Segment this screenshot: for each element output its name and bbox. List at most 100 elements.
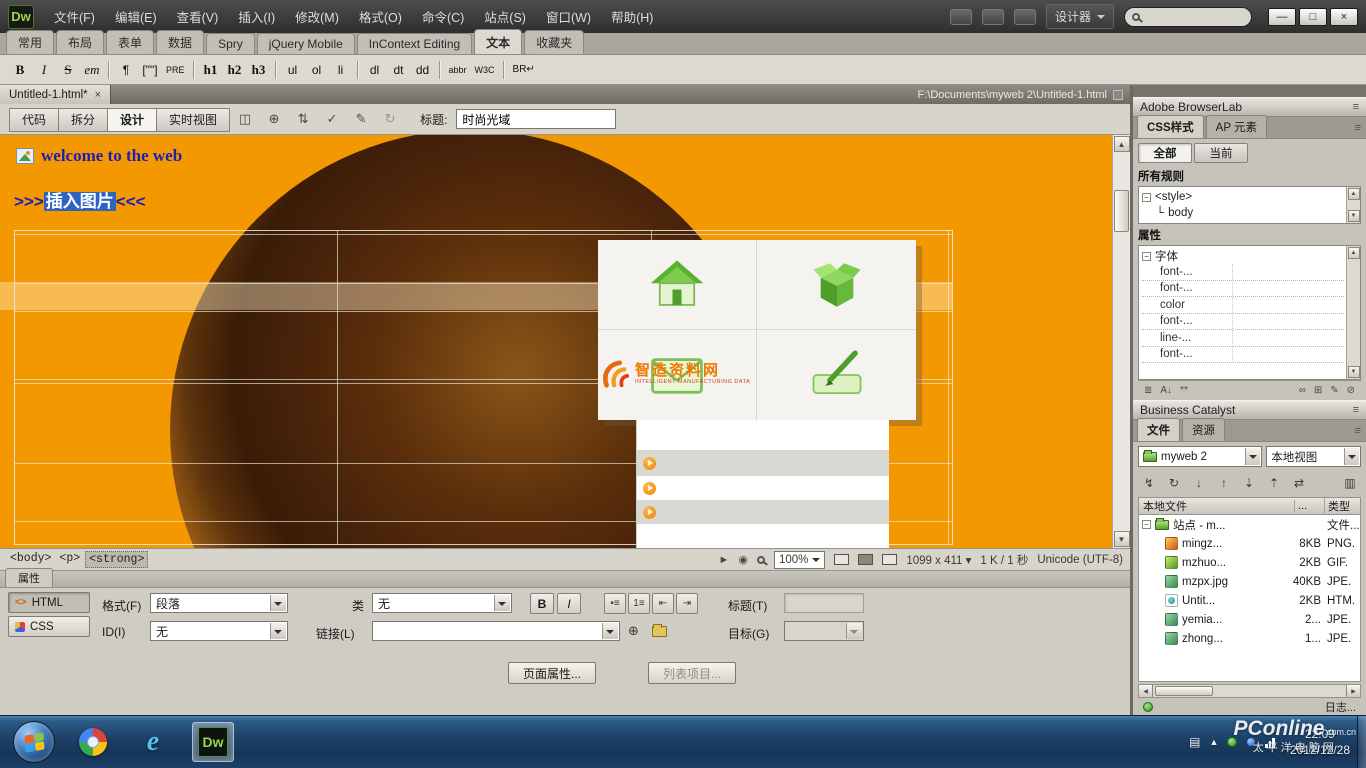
current-rule-button[interactable]: 当前 bbox=[1194, 143, 1248, 163]
rules-scrollbar[interactable]: ▲ ▼ bbox=[1346, 187, 1360, 223]
get-files-icon[interactable]: ↓ bbox=[1191, 476, 1207, 490]
insert-image-line[interactable]: >>>插入图片<<< bbox=[14, 187, 146, 212]
collapse-icon[interactable]: − bbox=[1142, 520, 1151, 529]
live-view-options-icon[interactable]: ◫ bbox=[233, 108, 257, 130]
insert-tab[interactable]: 数据 bbox=[156, 30, 204, 54]
unordered-list-icon[interactable]: •≡ bbox=[604, 593, 626, 614]
input-indicator-icon[interactable]: ▤ bbox=[1189, 735, 1200, 749]
insert-button[interactable] bbox=[357, 61, 359, 79]
select-tool-icon[interactable]: ► bbox=[718, 554, 729, 566]
css-property-row[interactable]: line-... bbox=[1142, 330, 1344, 347]
view-mode-button[interactable]: 代码 bbox=[9, 108, 59, 132]
menu-item[interactable]: 编辑(E) bbox=[105, 0, 167, 33]
page-graphic-panel[interactable] bbox=[598, 240, 916, 420]
menu-item[interactable]: 命令(C) bbox=[412, 0, 474, 33]
delete-rule-icon[interactable]: ⊘ bbox=[1347, 385, 1355, 396]
check-page-icon[interactable]: ✓ bbox=[320, 108, 344, 130]
refresh-icon[interactable]: ↻ bbox=[378, 108, 402, 130]
connect-icon[interactable]: ↯ bbox=[1141, 476, 1157, 490]
app-logo[interactable]: Dw bbox=[8, 5, 34, 29]
layout-switcher-icon[interactable] bbox=[950, 9, 972, 25]
tag-selector[interactable]: <strong> bbox=[85, 551, 148, 568]
css-property-value[interactable] bbox=[1232, 264, 1344, 280]
all-rules-button[interactable]: 全部 bbox=[1138, 143, 1192, 163]
panel-tab[interactable]: 资源 bbox=[1182, 418, 1225, 441]
scrollbar-thumb[interactable] bbox=[1114, 190, 1129, 232]
internet-explorer-icon[interactable]: e bbox=[132, 722, 174, 762]
site-setup-icon[interactable] bbox=[1014, 9, 1036, 25]
point-to-file-icon[interactable]: ⊕ bbox=[628, 623, 639, 639]
insert-button[interactable]: ul bbox=[281, 59, 305, 81]
nav-list-area[interactable] bbox=[636, 420, 889, 548]
scroll-right-icon[interactable]: ▶ bbox=[1346, 685, 1360, 697]
scroll-down-icon[interactable]: ▼ bbox=[1348, 210, 1360, 222]
network-icon[interactable] bbox=[1265, 737, 1275, 748]
italic-button[interactable]: I bbox=[557, 593, 581, 614]
sort-properties-icon[interactable]: A↓ bbox=[1160, 385, 1172, 396]
insert-button[interactable]: ¶ bbox=[114, 59, 138, 81]
body-rule[interactable]: body bbox=[1168, 207, 1193, 219]
window-size-icon[interactable] bbox=[834, 554, 849, 565]
view-mode-dropdown[interactable]: 本地视图 bbox=[1266, 446, 1361, 467]
menu-item[interactable]: 插入(I) bbox=[228, 0, 285, 33]
refresh-icon[interactable]: ↻ bbox=[1166, 476, 1182, 490]
attach-style-sheet-icon[interactable]: ∞ bbox=[1299, 385, 1306, 396]
css-property-value[interactable] bbox=[1232, 281, 1344, 297]
css-properties-grid[interactable]: − 字体 font-... font-... color bbox=[1138, 245, 1361, 380]
window-size-icon[interactable] bbox=[882, 554, 897, 565]
style-rule[interactable]: <style> bbox=[1155, 191, 1192, 203]
taskbar-clock[interactable]: 22:09 2012/12/28 bbox=[1290, 726, 1350, 758]
id-dropdown[interactable]: 无 bbox=[150, 621, 288, 641]
workspace-switcher[interactable]: 设计器 bbox=[1046, 4, 1114, 29]
bold-button[interactable]: B bbox=[530, 593, 554, 614]
page-title-input[interactable] bbox=[456, 109, 616, 129]
insert-button[interactable]: h3 bbox=[247, 59, 271, 81]
list-row[interactable] bbox=[637, 450, 889, 476]
minimize-button[interactable]: — bbox=[1268, 8, 1296, 26]
local-files-column[interactable]: 本地文件 bbox=[1139, 498, 1294, 514]
page-properties-button[interactable]: 页面属性... bbox=[508, 662, 596, 684]
search-input[interactable] bbox=[1124, 7, 1252, 27]
panel-tab[interactable]: 文件 bbox=[1137, 418, 1180, 441]
view-mode-button[interactable]: 拆分 bbox=[58, 108, 108, 132]
scrollbar-thumb[interactable] bbox=[1155, 686, 1213, 696]
scroll-down-icon[interactable]: ▼ bbox=[1114, 531, 1130, 547]
open-box-icon[interactable] bbox=[757, 240, 916, 330]
insert-tab[interactable]: 布局 bbox=[56, 30, 104, 54]
insert-button[interactable]: dd bbox=[411, 59, 435, 81]
show-category-view-icon[interactable]: ≣ bbox=[1144, 385, 1152, 396]
insert-button[interactable]: h2 bbox=[223, 59, 247, 81]
show-desktop-button[interactable] bbox=[1357, 716, 1366, 768]
panel-menu-icon[interactable]: ≡ bbox=[1355, 122, 1361, 134]
file-row[interactable]: mzpx.jpg 40KB JPE. bbox=[1139, 572, 1360, 591]
file-management-icon[interactable]: ⇅ bbox=[291, 108, 315, 130]
dreamweaver-taskbar-icon[interactable]: Dw bbox=[192, 722, 234, 762]
tag-selector[interactable]: <p> bbox=[56, 551, 83, 568]
insert-button[interactable]: em bbox=[80, 59, 104, 81]
css-property-row[interactable]: color bbox=[1142, 297, 1344, 314]
scroll-up-icon[interactable]: ▲ bbox=[1348, 188, 1360, 200]
collapse-icon[interactable]: − bbox=[1142, 193, 1151, 202]
menu-item[interactable]: 查看(V) bbox=[167, 0, 229, 33]
check-in-icon[interactable]: ⇡ bbox=[1266, 476, 1282, 490]
insert-tab[interactable]: 收藏夹 bbox=[524, 30, 584, 54]
insert-button[interactable]: W3C bbox=[471, 59, 499, 81]
show-set-properties-icon[interactable]: ** bbox=[1180, 385, 1188, 396]
pen-tablet-icon[interactable] bbox=[757, 330, 916, 420]
browse-folder-icon[interactable] bbox=[652, 626, 667, 637]
design-canvas[interactable]: welcome to the web >>>插入图片<<< bbox=[0, 135, 1130, 548]
insert-tab[interactable]: 常用 bbox=[6, 30, 54, 54]
expand-panel-icon[interactable]: ▥ bbox=[1342, 476, 1358, 490]
browserlab-panel-header[interactable]: Adobe BrowserLab ≡ bbox=[1133, 97, 1366, 117]
visual-aids-icon[interactable]: ✎ bbox=[349, 108, 373, 130]
insert-button[interactable] bbox=[193, 61, 195, 79]
insert-tab[interactable]: 表单 bbox=[106, 30, 154, 54]
site-root-row[interactable]: − 站点 - m... 文件... bbox=[1139, 515, 1360, 534]
window-size-icon[interactable] bbox=[858, 554, 873, 565]
extend-icon[interactable] bbox=[982, 9, 1004, 25]
panel-menu-icon[interactable]: ≡ bbox=[1355, 425, 1361, 437]
css-property-value[interactable] bbox=[1232, 314, 1344, 330]
properties-tab[interactable]: 属性 bbox=[5, 568, 53, 587]
panel-menu-icon[interactable]: ≡ bbox=[1353, 101, 1359, 113]
close-button[interactable]: × bbox=[1330, 8, 1358, 26]
